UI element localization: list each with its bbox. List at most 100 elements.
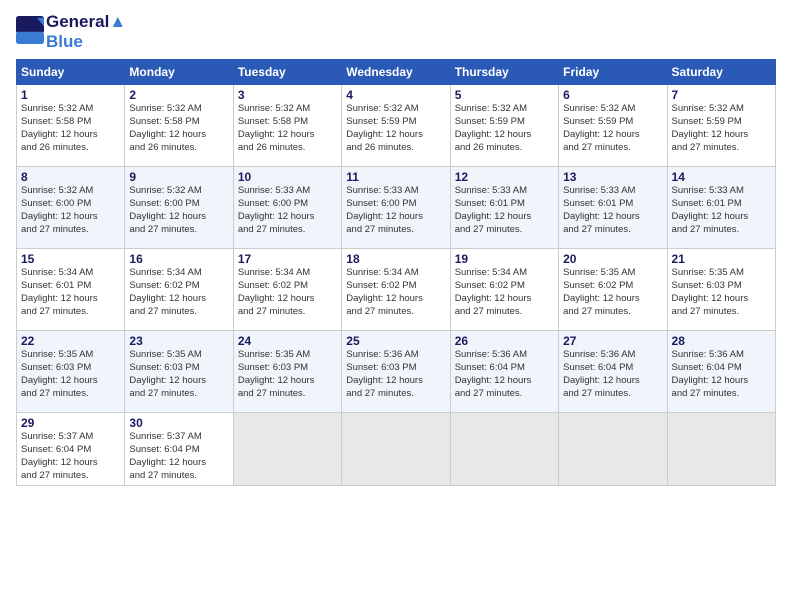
- day-info: Sunrise: 5:32 AM Sunset: 6:00 PM Dayligh…: [129, 185, 228, 236]
- day-cell: 17Sunrise: 5:34 AM Sunset: 6:02 PM Dayli…: [233, 249, 341, 331]
- day-info: Sunrise: 5:33 AM Sunset: 6:01 PM Dayligh…: [563, 185, 662, 236]
- day-number: 1: [21, 88, 120, 102]
- day-number: 2: [129, 88, 228, 102]
- day-cell: 12Sunrise: 5:33 AM Sunset: 6:01 PM Dayli…: [450, 167, 558, 249]
- day-number: 11: [346, 170, 445, 184]
- day-cell: 9Sunrise: 5:32 AM Sunset: 6:00 PM Daylig…: [125, 167, 233, 249]
- day-cell: 15Sunrise: 5:34 AM Sunset: 6:01 PM Dayli…: [17, 249, 125, 331]
- day-cell: [559, 413, 667, 486]
- day-number: 20: [563, 252, 662, 266]
- day-info: Sunrise: 5:32 AM Sunset: 5:59 PM Dayligh…: [455, 103, 554, 154]
- day-info: Sunrise: 5:35 AM Sunset: 6:03 PM Dayligh…: [129, 349, 228, 400]
- day-number: 23: [129, 334, 228, 348]
- day-number: 18: [346, 252, 445, 266]
- day-info: Sunrise: 5:36 AM Sunset: 6:04 PM Dayligh…: [672, 349, 771, 400]
- day-number: 27: [563, 334, 662, 348]
- day-cell: 14Sunrise: 5:33 AM Sunset: 6:01 PM Dayli…: [667, 167, 775, 249]
- day-info: Sunrise: 5:33 AM Sunset: 6:00 PM Dayligh…: [346, 185, 445, 236]
- header-cell-wednesday: Wednesday: [342, 60, 450, 85]
- day-cell: 11Sunrise: 5:33 AM Sunset: 6:00 PM Dayli…: [342, 167, 450, 249]
- calendar-page: General▲ Blue SundayMondayTuesdayWednesd…: [0, 0, 792, 612]
- day-info: Sunrise: 5:32 AM Sunset: 5:58 PM Dayligh…: [129, 103, 228, 154]
- calendar-table: SundayMondayTuesdayWednesdayThursdayFrid…: [16, 59, 776, 486]
- day-cell: 25Sunrise: 5:36 AM Sunset: 6:03 PM Dayli…: [342, 331, 450, 413]
- day-info: Sunrise: 5:34 AM Sunset: 6:02 PM Dayligh…: [346, 267, 445, 318]
- day-number: 4: [346, 88, 445, 102]
- day-number: 12: [455, 170, 554, 184]
- day-info: Sunrise: 5:34 AM Sunset: 6:02 PM Dayligh…: [455, 267, 554, 318]
- day-cell: 29Sunrise: 5:37 AM Sunset: 6:04 PM Dayli…: [17, 413, 125, 486]
- day-cell: 24Sunrise: 5:35 AM Sunset: 6:03 PM Dayli…: [233, 331, 341, 413]
- day-cell: [450, 413, 558, 486]
- day-number: 8: [21, 170, 120, 184]
- header-row: SundayMondayTuesdayWednesdayThursdayFrid…: [17, 60, 776, 85]
- day-info: Sunrise: 5:32 AM Sunset: 5:59 PM Dayligh…: [346, 103, 445, 154]
- header-cell-monday: Monday: [125, 60, 233, 85]
- day-cell: 20Sunrise: 5:35 AM Sunset: 6:02 PM Dayli…: [559, 249, 667, 331]
- day-cell: 28Sunrise: 5:36 AM Sunset: 6:04 PM Dayli…: [667, 331, 775, 413]
- day-number: 16: [129, 252, 228, 266]
- day-number: 22: [21, 334, 120, 348]
- week-row-5: 29Sunrise: 5:37 AM Sunset: 6:04 PM Dayli…: [17, 413, 776, 486]
- day-number: 28: [672, 334, 771, 348]
- header-cell-thursday: Thursday: [450, 60, 558, 85]
- day-number: 9: [129, 170, 228, 184]
- day-number: 21: [672, 252, 771, 266]
- day-number: 25: [346, 334, 445, 348]
- day-cell: 18Sunrise: 5:34 AM Sunset: 6:02 PM Dayli…: [342, 249, 450, 331]
- day-cell: 16Sunrise: 5:34 AM Sunset: 6:02 PM Dayli…: [125, 249, 233, 331]
- day-cell: 23Sunrise: 5:35 AM Sunset: 6:03 PM Dayli…: [125, 331, 233, 413]
- day-info: Sunrise: 5:32 AM Sunset: 6:00 PM Dayligh…: [21, 185, 120, 236]
- day-number: 24: [238, 334, 337, 348]
- day-number: 3: [238, 88, 337, 102]
- day-number: 13: [563, 170, 662, 184]
- day-info: Sunrise: 5:37 AM Sunset: 6:04 PM Dayligh…: [129, 431, 228, 482]
- day-cell: 8Sunrise: 5:32 AM Sunset: 6:00 PM Daylig…: [17, 167, 125, 249]
- day-cell: 30Sunrise: 5:37 AM Sunset: 6:04 PM Dayli…: [125, 413, 233, 486]
- header-cell-saturday: Saturday: [667, 60, 775, 85]
- day-number: 14: [672, 170, 771, 184]
- header: General▲ Blue: [16, 12, 776, 51]
- day-info: Sunrise: 5:34 AM Sunset: 6:02 PM Dayligh…: [129, 267, 228, 318]
- day-number: 29: [21, 416, 120, 430]
- day-cell: 3Sunrise: 5:32 AM Sunset: 5:58 PM Daylig…: [233, 85, 341, 167]
- day-info: Sunrise: 5:35 AM Sunset: 6:03 PM Dayligh…: [21, 349, 120, 400]
- day-cell: 6Sunrise: 5:32 AM Sunset: 5:59 PM Daylig…: [559, 85, 667, 167]
- day-info: Sunrise: 5:37 AM Sunset: 6:04 PM Dayligh…: [21, 431, 120, 482]
- day-info: Sunrise: 5:36 AM Sunset: 6:03 PM Dayligh…: [346, 349, 445, 400]
- day-cell: 21Sunrise: 5:35 AM Sunset: 6:03 PM Dayli…: [667, 249, 775, 331]
- day-info: Sunrise: 5:35 AM Sunset: 6:03 PM Dayligh…: [238, 349, 337, 400]
- week-row-1: 1 Sunrise: 5:32 AM Sunset: 5:58 PM Daylig…: [17, 85, 776, 167]
- day-cell: 27Sunrise: 5:36 AM Sunset: 6:04 PM Dayli…: [559, 331, 667, 413]
- logo-text: General▲ Blue: [46, 12, 126, 51]
- day-info: Sunrise: 5:33 AM Sunset: 6:01 PM Dayligh…: [672, 185, 771, 236]
- day-info: Sunrise: 5:32 AM Sunset: 5:58 PM Dayligh…: [238, 103, 337, 154]
- header-cell-friday: Friday: [559, 60, 667, 85]
- day-info: Sunrise: 5:35 AM Sunset: 6:03 PM Dayligh…: [672, 267, 771, 318]
- day-cell: [233, 413, 341, 486]
- day-number: 26: [455, 334, 554, 348]
- day-cell: 4Sunrise: 5:32 AM Sunset: 5:59 PM Daylig…: [342, 85, 450, 167]
- day-info: Sunrise: 5:36 AM Sunset: 6:04 PM Dayligh…: [455, 349, 554, 400]
- day-info: Sunrise: 5:35 AM Sunset: 6:02 PM Dayligh…: [563, 267, 662, 318]
- day-cell: 7Sunrise: 5:32 AM Sunset: 5:59 PM Daylig…: [667, 85, 775, 167]
- day-info: Sunrise: 5:33 AM Sunset: 6:01 PM Dayligh…: [455, 185, 554, 236]
- header-cell-tuesday: Tuesday: [233, 60, 341, 85]
- header-cell-sunday: Sunday: [17, 60, 125, 85]
- day-number: 6: [563, 88, 662, 102]
- day-number: 5: [455, 88, 554, 102]
- week-row-2: 8Sunrise: 5:32 AM Sunset: 6:00 PM Daylig…: [17, 167, 776, 249]
- day-number: 30: [129, 416, 228, 430]
- day-cell: 19Sunrise: 5:34 AM Sunset: 6:02 PM Dayli…: [450, 249, 558, 331]
- day-info: Sunrise: 5:33 AM Sunset: 6:00 PM Dayligh…: [238, 185, 337, 236]
- day-number: 10: [238, 170, 337, 184]
- day-info: Sunrise: 5:34 AM Sunset: 6:01 PM Dayligh…: [21, 267, 120, 318]
- day-cell: 22Sunrise: 5:35 AM Sunset: 6:03 PM Dayli…: [17, 331, 125, 413]
- day-cell: 13Sunrise: 5:33 AM Sunset: 6:01 PM Dayli…: [559, 167, 667, 249]
- day-number: 19: [455, 252, 554, 266]
- day-cell: 26Sunrise: 5:36 AM Sunset: 6:04 PM Dayli…: [450, 331, 558, 413]
- week-row-3: 15Sunrise: 5:34 AM Sunset: 6:01 PM Dayli…: [17, 249, 776, 331]
- day-cell: 2Sunrise: 5:32 AM Sunset: 5:58 PM Daylig…: [125, 85, 233, 167]
- day-number: 17: [238, 252, 337, 266]
- day-cell: 10Sunrise: 5:33 AM Sunset: 6:00 PM Dayli…: [233, 167, 341, 249]
